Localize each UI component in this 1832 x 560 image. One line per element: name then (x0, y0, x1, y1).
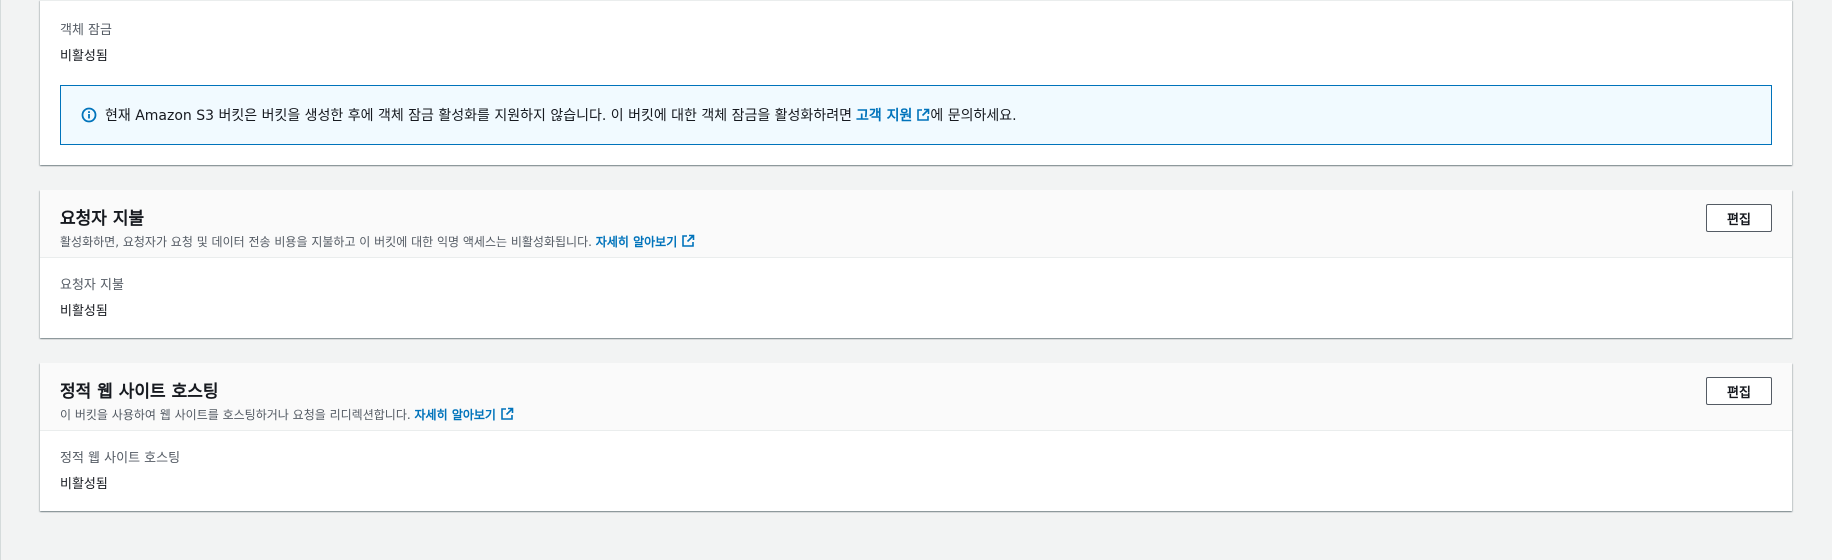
requester-pays-panel: 요청자 지불 활성화하면, 요청자가 요청 및 데이터 전송 비용을 지불하고 … (40, 190, 1792, 338)
static-hosting-description-text: 이 버킷을 사용하여 웹 사이트를 호스팅하거나 요청을 리디렉션합니다. (60, 408, 411, 422)
object-lock-value: 비활성됨 (60, 49, 108, 64)
external-link-icon (501, 407, 514, 420)
info-icon (81, 107, 97, 123)
static-hosting-label: 정적 웹 사이트 호스팅 (60, 451, 181, 466)
customer-support-link-label: 고객 지원 (855, 108, 913, 124)
static-hosting-learn-more-link[interactable]: 자세히 알아보기 (414, 407, 514, 422)
learn-more-label: 자세히 알아보기 (595, 235, 678, 249)
requester-pays-edit-button[interactable]: 편집 (1706, 204, 1772, 232)
learn-more-label: 자세히 알아보기 (414, 408, 496, 422)
info-text-before: 현재 Amazon S3 버킷은 버킷을 생성한 후에 객체 잠금 활성화를 지… (105, 108, 852, 124)
requester-pays-description-text: 활성화하면, 요청자가 요청 및 데이터 전송 비용을 지불하고 이 버킷에 대… (60, 235, 592, 249)
static-hosting-description: 이 버킷을 사용하여 웹 사이트를 호스팅하거나 요청을 리디렉션합니다. 자세… (60, 406, 514, 423)
requester-pays-description: 활성화하면, 요청자가 요청 및 데이터 전송 비용을 지불하고 이 버킷에 대… (60, 233, 695, 250)
requester-pays-header: 요청자 지불 활성화하면, 요청자가 요청 및 데이터 전송 비용을 지불하고 … (40, 190, 1792, 258)
requester-pays-title: 요청자 지불 (60, 209, 145, 229)
requester-pays-learn-more-link[interactable]: 자세히 알아보기 (595, 234, 695, 249)
page-left-border (0, 0, 1, 560)
static-hosting-value: 비활성됨 (60, 477, 108, 492)
object-lock-panel: 객체 잠금 비활성됨 현재 Amazon S3 버킷은 버킷을 생성한 후에 객… (40, 0, 1792, 165)
static-hosting-edit-button[interactable]: 편집 (1706, 377, 1772, 405)
object-lock-info-alert: 현재 Amazon S3 버킷은 버킷을 생성한 후에 객체 잠금 활성화를 지… (60, 85, 1772, 145)
static-hosting-title: 정적 웹 사이트 호스팅 (60, 382, 219, 402)
external-link-icon (917, 108, 930, 121)
customer-support-link[interactable]: 고객 지원 (856, 105, 930, 125)
info-text-after: 에 문의하세요. (930, 108, 1017, 124)
external-link-icon (682, 234, 695, 247)
requester-pays-value: 비활성됨 (60, 304, 108, 319)
static-hosting-header: 정적 웹 사이트 호스팅 이 버킷을 사용하여 웹 사이트를 호스팅하거나 요청… (40, 363, 1792, 431)
requester-pays-label: 요청자 지불 (60, 278, 124, 293)
object-lock-label: 객체 잠금 (60, 23, 112, 38)
static-hosting-panel: 정적 웹 사이트 호스팅 이 버킷을 사용하여 웹 사이트를 호스팅하거나 요청… (40, 363, 1792, 511)
